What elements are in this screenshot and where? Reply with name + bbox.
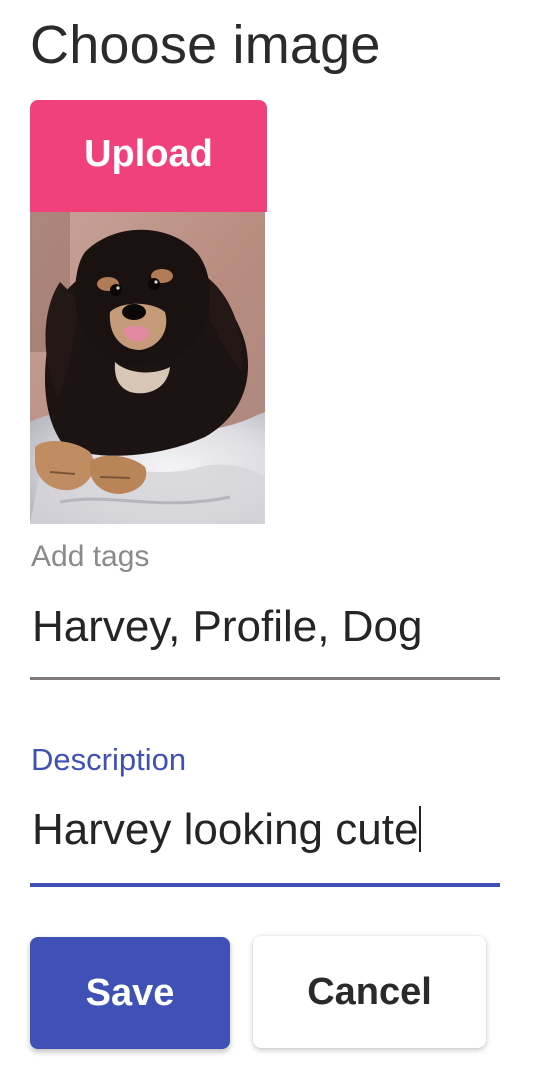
- cancel-button[interactable]: Cancel: [253, 936, 486, 1048]
- description-field[interactable]: Harvey looking cute: [30, 805, 500, 887]
- tags-label: Add tags: [31, 540, 150, 573]
- description-input-value[interactable]: Harvey looking cute: [32, 805, 422, 855]
- upload-button[interactable]: Upload: [30, 100, 267, 212]
- save-button[interactable]: Save: [30, 937, 230, 1049]
- description-label: Description: [31, 742, 187, 777]
- tags-input-value[interactable]: Harvey, Profile, Dog: [32, 602, 422, 652]
- image-preview: [30, 212, 265, 524]
- text-caret: [419, 806, 422, 852]
- description-text: Harvey looking cute: [32, 805, 419, 854]
- dialog-title: Choose image: [30, 15, 381, 75]
- tags-field[interactable]: Harvey, Profile, Dog: [30, 600, 500, 680]
